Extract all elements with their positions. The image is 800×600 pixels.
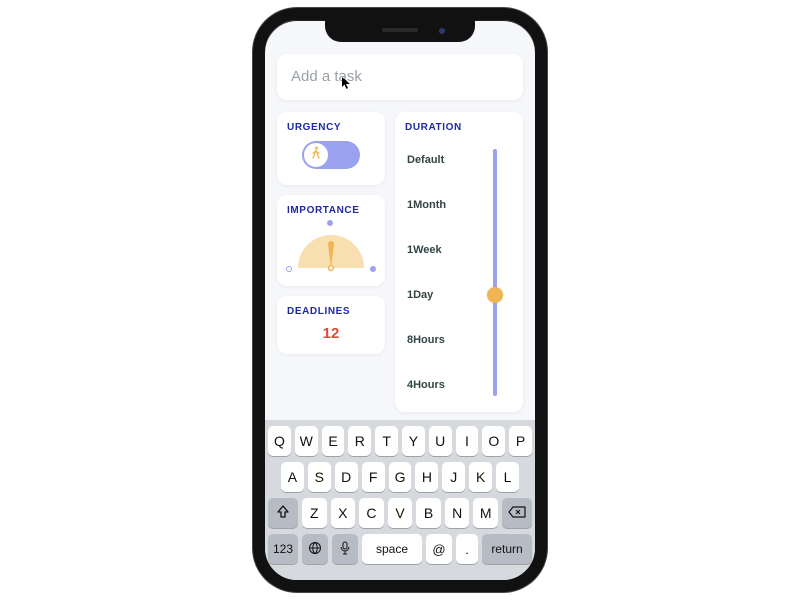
key-p[interactable]: P xyxy=(509,426,532,456)
keyboard-row-4: 123 space @ . return xyxy=(268,534,532,564)
key-x[interactable]: X xyxy=(331,498,356,528)
key-v[interactable]: V xyxy=(388,498,413,528)
space-key[interactable]: space xyxy=(362,534,422,564)
keyboard-row-3: ZXCVBNM xyxy=(268,498,532,528)
key-t[interactable]: T xyxy=(375,426,398,456)
key-n[interactable]: N xyxy=(445,498,470,528)
key-d[interactable]: D xyxy=(335,462,358,492)
keyboard: QWERTYUIOP ASDFGHJKL ZXCVBNM 123 xyxy=(265,420,535,580)
key-q[interactable]: Q xyxy=(268,426,291,456)
gauge-dot-mid xyxy=(327,220,333,226)
screen: URGENCY IMPORTANCE xyxy=(265,20,535,580)
duration-card: DURATION Default 1Month 1Week 1Day 8Hours 4Ho… xyxy=(395,112,523,412)
slider-track xyxy=(493,149,497,396)
key-g[interactable]: G xyxy=(389,462,412,492)
key-j[interactable]: J xyxy=(442,462,465,492)
urgency-toggle[interactable] xyxy=(302,141,360,169)
toggle-knob xyxy=(304,143,328,167)
stage: URGENCY IMPORTANCE xyxy=(0,0,800,600)
key-e[interactable]: E xyxy=(322,426,345,456)
globe-key[interactable] xyxy=(302,534,328,564)
duration-option[interactable]: 1Week xyxy=(407,244,442,256)
importance-title: IMPORTANCE xyxy=(287,205,375,216)
key-u[interactable]: U xyxy=(429,426,452,456)
urgency-title: URGENCY xyxy=(287,122,375,133)
keyboard-row-2: ASDFGHJKL xyxy=(268,462,532,492)
duration-slider[interactable]: Default 1Month 1Week 1Day 8Hours 4Hours xyxy=(407,145,507,400)
importance-gauge[interactable] xyxy=(288,224,374,274)
shift-key[interactable] xyxy=(268,498,298,528)
key-a[interactable]: A xyxy=(281,462,304,492)
phone-notch xyxy=(325,18,475,42)
mic-icon xyxy=(340,541,350,558)
key-m[interactable]: M xyxy=(473,498,498,528)
backspace-icon xyxy=(508,505,526,521)
backspace-key[interactable] xyxy=(502,498,532,528)
key-b[interactable]: B xyxy=(416,498,441,528)
numeric-key[interactable]: 123 xyxy=(268,534,298,564)
key-i[interactable]: I xyxy=(456,426,479,456)
key-w[interactable]: W xyxy=(295,426,318,456)
key-s[interactable]: S xyxy=(308,462,331,492)
duration-title: DURATION xyxy=(405,122,513,133)
shift-icon xyxy=(277,505,289,522)
add-task-input[interactable] xyxy=(291,68,509,85)
add-task-card[interactable] xyxy=(277,54,523,100)
key-y[interactable]: Y xyxy=(402,426,425,456)
duration-option[interactable]: 1Day xyxy=(407,289,433,301)
key-f[interactable]: F xyxy=(362,462,385,492)
key-c[interactable]: C xyxy=(359,498,384,528)
key-h[interactable]: H xyxy=(415,462,438,492)
importance-card: IMPORTANCE xyxy=(277,195,385,286)
gauge-dot-low xyxy=(286,266,292,272)
at-key[interactable]: @ xyxy=(426,534,452,564)
key-r[interactable]: R xyxy=(348,426,371,456)
walk-icon xyxy=(310,146,322,165)
duration-option[interactable]: Default xyxy=(407,154,444,166)
duration-option[interactable]: 1Month xyxy=(407,199,446,211)
gauge-dot-high xyxy=(370,266,376,272)
key-k[interactable]: K xyxy=(469,462,492,492)
left-column: URGENCY IMPORTANCE xyxy=(277,112,385,412)
deadlines-title: DEADLINES xyxy=(287,306,375,317)
period-key[interactable]: . xyxy=(456,534,478,564)
globe-icon xyxy=(308,541,322,558)
mic-key[interactable] xyxy=(332,534,358,564)
keyboard-row-1: QWERTYUIOP xyxy=(268,426,532,456)
phone-frame: URGENCY IMPORTANCE xyxy=(253,8,547,592)
deadlines-card: DEADLINES 12 xyxy=(277,296,385,354)
return-key[interactable]: return xyxy=(482,534,532,564)
app-content: URGENCY IMPORTANCE xyxy=(265,20,535,420)
slider-thumb[interactable] xyxy=(487,287,503,303)
main-columns: URGENCY IMPORTANCE xyxy=(277,112,523,412)
duration-option[interactable]: 8Hours xyxy=(407,334,445,346)
urgency-card: URGENCY xyxy=(277,112,385,185)
deadlines-value[interactable]: 12 xyxy=(287,325,375,342)
key-z[interactable]: Z xyxy=(302,498,327,528)
duration-option[interactable]: 4Hours xyxy=(407,379,445,391)
key-l[interactable]: L xyxy=(496,462,519,492)
key-o[interactable]: O xyxy=(482,426,505,456)
